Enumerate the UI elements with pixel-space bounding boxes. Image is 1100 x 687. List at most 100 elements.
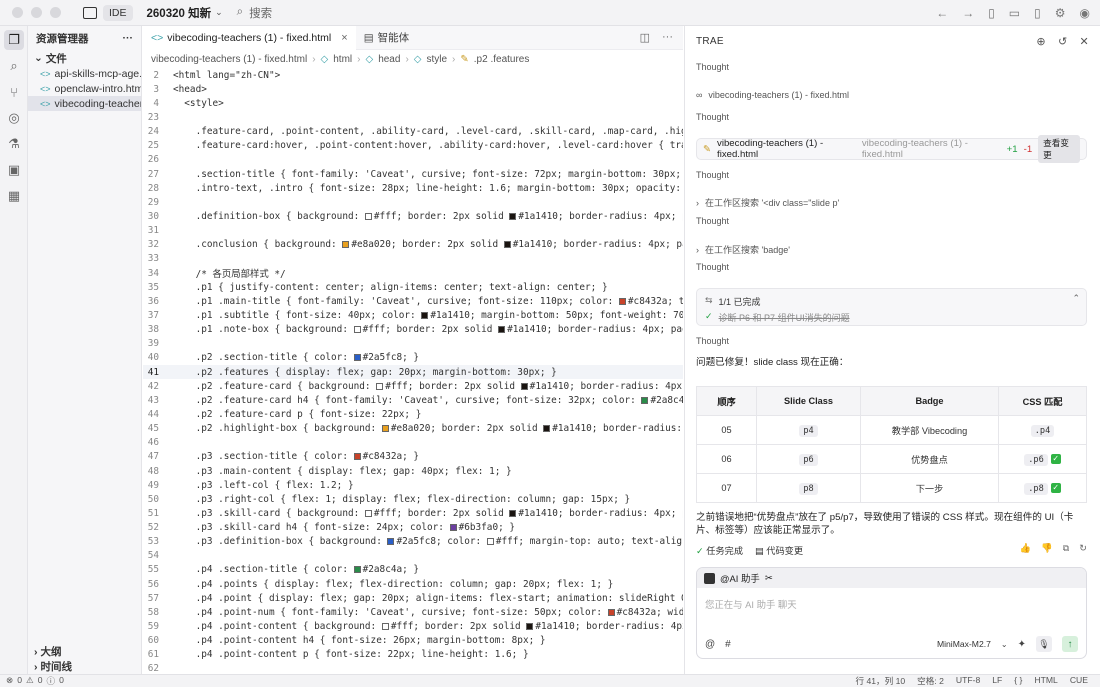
color-swatch[interactable] (543, 425, 551, 433)
minimize-window-button[interactable] (31, 7, 42, 18)
color-swatch[interactable] (449, 524, 457, 532)
diff-file-name[interactable]: vibecoding-teachers (1) - fixed.html (717, 138, 856, 160)
code-line[interactable]: 41 .p2 .features { display: flex; gap: 2… (143, 364, 683, 380)
code-line[interactable]: 47 .p3 .section-title { color: #c8432a; … (143, 450, 683, 464)
code-line[interactable]: 44 .p2 .feature-card p { font-size: 22px… (143, 407, 683, 421)
forward-arrow-icon[interactable]: → (962, 6, 974, 20)
send-button[interactable]: ↑ (1062, 636, 1078, 652)
chat-input[interactable]: 您正在与 AI 助手 聊天 (705, 597, 797, 611)
color-swatch[interactable] (353, 326, 361, 334)
color-swatch[interactable] (486, 538, 494, 546)
chevron-down-icon[interactable]: ⌄ (215, 7, 223, 18)
chevron-down-icon[interactable]: ⌄ (1001, 640, 1008, 649)
color-swatch[interactable] (387, 538, 395, 546)
code-line[interactable]: 37 .p1 .subtitle { font-size: 40px; colo… (143, 308, 683, 322)
line-ending[interactable]: LF (992, 675, 1002, 687)
extensions-grid-icon[interactable]: ▦ (0, 184, 28, 208)
color-swatch[interactable] (498, 326, 506, 334)
code-line[interactable]: 31 (143, 224, 683, 238)
color-swatch[interactable] (342, 241, 350, 249)
more-actions-icon[interactable]: ··· (662, 31, 673, 44)
regenerate-icon[interactable]: ↻ (1079, 543, 1087, 557)
more-actions-icon[interactable]: ··· (123, 32, 134, 44)
split-editor-icon[interactable]: ◫ (640, 31, 650, 44)
code-line[interactable]: 3 <head> (143, 82, 683, 96)
account-icon[interactable]: ◉ (1080, 6, 1090, 20)
thought-item[interactable]: Thought (696, 112, 729, 122)
code-line[interactable]: 42 .p2 .feature-card { background: #fff;… (143, 379, 683, 393)
code-line[interactable]: 50 .p3 .right-col { flex: 1; display: fl… (143, 492, 683, 506)
file-item-vibecoding[interactable]: <> vibecoding-teacher... (28, 96, 141, 111)
code-line[interactable]: 59 .p4 .point-content { background: #fff… (143, 619, 683, 633)
debug-eye-icon[interactable]: ◎ (0, 106, 28, 130)
breadcrumb-item[interactable]: html (333, 54, 352, 65)
code-line[interactable]: 49 .p3 .left-col { flex: 1.2; } (143, 478, 683, 492)
code-line[interactable]: 46 (143, 436, 683, 450)
close-icon[interactable]: ✕ (1079, 35, 1089, 48)
color-swatch[interactable] (364, 212, 372, 220)
code-line[interactable]: 48 .p3 .main-content { display: flex; ga… (143, 464, 683, 478)
microphone-icon[interactable]: 🎙 (1036, 636, 1052, 652)
file-item-openclaw[interactable]: <> openclaw-intro.html (28, 81, 141, 96)
color-swatch[interactable] (607, 608, 615, 616)
cue-mode[interactable]: CUE (1070, 675, 1088, 687)
cursor-position[interactable]: 行 41，列 10 (855, 675, 905, 687)
code-line[interactable]: 36 .p1 .main-title { font-family: 'Cavea… (143, 294, 683, 308)
color-swatch[interactable] (520, 382, 528, 390)
color-swatch[interactable] (509, 509, 517, 517)
thought-item[interactable]: Thought (696, 170, 729, 180)
search-box[interactable]: ⌕ 搜索 (237, 5, 272, 21)
code-line[interactable]: 25 .feature-card:hover, .point-content:h… (143, 139, 683, 153)
code-line[interactable]: 61 .p4 .point-content p { font-size: 22p… (143, 648, 683, 662)
code-line[interactable]: 56 .p4 .points { display: flex; flex-dir… (143, 577, 683, 591)
thought-item[interactable]: Thought (696, 262, 729, 272)
outline-section-toggle[interactable]: › 大纲 (28, 644, 142, 659)
color-swatch[interactable] (509, 212, 517, 220)
code-line[interactable]: 39 (143, 337, 683, 351)
file-item-api-skills[interactable]: <> api-skills-mcp-age... (28, 66, 141, 81)
code-line[interactable]: 29 (143, 195, 683, 209)
hashtag-icon[interactable]: # (725, 639, 731, 650)
search-files-icon[interactable]: ⌕ (0, 54, 28, 78)
thought-item[interactable]: Thought (696, 336, 729, 346)
code-line[interactable]: 38 .p1 .note-box { background: #fff; bor… (143, 323, 683, 337)
code-line[interactable]: 52 .p3 .skill-card h4 { font-size: 24px;… (143, 521, 683, 535)
color-swatch[interactable] (364, 509, 372, 517)
collapse-icon[interactable]: ⌃ (1072, 293, 1080, 304)
layout-bottom-icon[interactable]: ▭ (1009, 6, 1020, 20)
braces-indicator[interactable]: { } (1014, 675, 1022, 687)
project-name[interactable]: 260320 知新 (147, 5, 212, 21)
code-line[interactable]: 30 .definition-box { background: #fff; b… (143, 209, 683, 223)
view-changes-button[interactable]: 查看变更 (1038, 135, 1081, 163)
code-line[interactable]: 32 .conclusion { background: #e8a020; bo… (143, 238, 683, 252)
sparkle-icon[interactable]: ✦ (1018, 639, 1026, 650)
problems-summary[interactable]: ⊗ 0 ⚠ 0 ⓘ 0 (6, 675, 64, 687)
layout-left-icon[interactable]: ▯ (988, 6, 995, 20)
color-swatch[interactable] (376, 382, 384, 390)
code-line[interactable]: 58 .p4 .point-num { font-family: 'Caveat… (143, 605, 683, 619)
code-line[interactable]: 55 .p4 .section-title { color: #2a8c4a; … (143, 563, 683, 577)
code-line[interactable]: 53 .p3 .definition-box { background: #2a… (143, 535, 683, 549)
model-selector[interactable]: MiniMax-M2.7 (937, 639, 991, 649)
color-swatch[interactable] (381, 425, 389, 433)
color-swatch[interactable] (381, 623, 389, 631)
code-line[interactable]: 35 .p1 { justify-content: center; align-… (143, 280, 683, 294)
code-line[interactable]: 27 .section-title { font-family: 'Caveat… (143, 167, 683, 181)
code-changes-link[interactable]: ▤ 代码变更 (755, 543, 803, 557)
tab-vibecoding-file[interactable]: <> vibecoding-teachers (1) - fixed.html … (143, 25, 356, 50)
breadcrumb-item[interactable]: style (426, 54, 447, 65)
code-line[interactable]: 2 <html lang="zh-CN"> (143, 68, 683, 82)
encoding[interactable]: UTF-8 (956, 675, 980, 687)
file-reference[interactable]: ∞ vibecoding-teachers (1) - fixed.html (696, 90, 849, 100)
code-line[interactable]: 33 (143, 252, 683, 266)
source-control-icon[interactable]: ⑂ (0, 80, 28, 104)
close-window-button[interactable] (12, 7, 23, 18)
breadcrumb-item[interactable]: head (378, 54, 400, 65)
code-line[interactable]: 4 <style> (143, 96, 683, 110)
workspace-search-item[interactable]: › 在工作区搜索 'badge' (696, 243, 790, 256)
code-line[interactable]: 62 (143, 662, 683, 674)
assistant-label[interactable]: @AI 助手 (720, 571, 760, 585)
new-chat-icon[interactable]: ⊕ (1036, 35, 1046, 48)
code-line[interactable]: 60 .p4 .point-content h4 { font-size: 26… (143, 634, 683, 648)
color-swatch[interactable] (421, 311, 429, 319)
